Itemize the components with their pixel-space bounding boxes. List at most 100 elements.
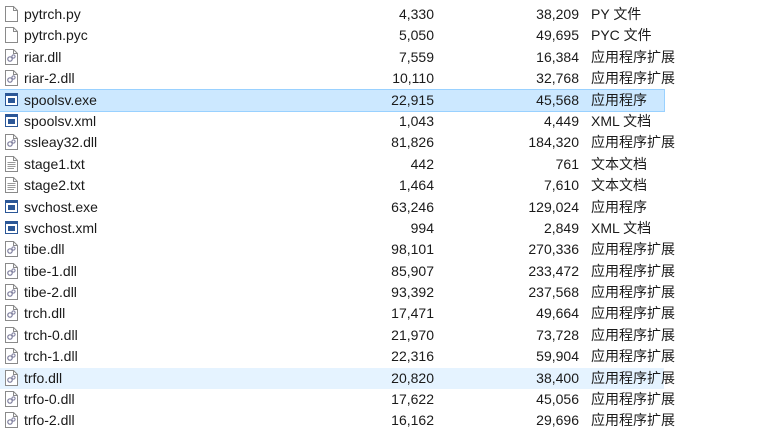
file-row[interactable]: tibe-1.dll 85,907 233,472 应用程序扩展 [0,261,675,282]
file-packed-size: 49,664 [536,305,579,322]
file-size: 994 [410,219,434,236]
file-name: pytrch.pyc [24,27,88,44]
file-size: 63,246 [391,198,434,215]
file-row[interactable]: stage2.txt 1,464 7,610 文本文档 [0,175,664,196]
file-name: trch-1.dll [24,348,78,365]
file-packed-size: 129,024 [528,198,579,215]
file-packed-size: 7,610 [543,177,579,194]
file-name: pytrch.py [24,6,81,22]
file-packed-size: 59,904 [536,348,579,365]
file-type: 应用程序 [591,91,647,108]
dll-icon [5,241,18,258]
file-packed-size: 270,336 [528,241,579,258]
file-type: 应用程序扩展 [591,391,675,408]
file-row[interactable]: spoolsv.exe 22,915 45,568 应用程序 [0,88,665,112]
file-icon [5,27,18,44]
file-type: 应用程序 [591,198,647,215]
file-name: trfo-0.dll [24,391,75,408]
file-row[interactable]: riar.dll 7,559 16,384 应用程序扩展 [0,47,675,68]
file-packed-size: 73,728 [536,326,579,343]
file-type: 应用程序扩展 [591,262,675,279]
file-row[interactable]: trfo.dll 20,820 38,400 应用程序扩展 [0,367,675,390]
file-size: 17,622 [391,391,434,408]
text-file-icon [5,177,18,194]
file-row[interactable]: pytrch.pyc 5,050 49,695 PYC 文件 [0,25,664,46]
file-name: trch.dll [24,305,66,322]
file-name: spoolsv.xml [24,112,97,129]
file-name: stage1.txt [24,155,85,172]
file-type: 应用程序扩展 [591,412,675,429]
file-size: 22,915 [391,91,434,108]
file-list: pytrch.py 4,330 38,209 PY 文件 pytrch.pyc 5,050… [0,4,764,432]
dll-icon [5,48,18,65]
file-size: 22,316 [391,348,434,365]
file-type: 应用程序扩展 [591,326,675,343]
dll-icon [5,369,18,386]
file-type: 应用程序扩展 [591,369,675,386]
dll-icon [5,70,18,87]
file-type: 应用程序扩展 [591,241,675,258]
file-type: 文本文档 [591,155,647,172]
file-name: tibe.dll [24,241,65,258]
file-type: 应用程序扩展 [591,284,675,301]
file-type: 应用程序扩展 [591,134,675,151]
file-row[interactable]: svchost.exe 63,246 129,024 应用程序 [0,197,664,218]
file-size: 17,471 [391,305,434,322]
file-packed-size: 32,768 [536,70,579,87]
file-name: spoolsv.exe [24,91,97,108]
file-packed-size: 38,209 [536,6,579,22]
file-packed-size: 45,056 [536,391,579,408]
file-row[interactable]: riar-2.dll 10,110 32,768 应用程序扩展 [0,68,675,89]
file-type: 应用程序扩展 [591,348,675,365]
file-type: 应用程序扩展 [591,305,675,322]
dll-icon [5,284,18,301]
dll-icon [5,134,18,151]
exe-icon [5,92,18,108]
file-packed-size: 233,472 [528,262,579,279]
file-name: ssleay32.dll [24,134,98,151]
file-row[interactable]: tibe.dll 98,101 270,336 应用程序扩展 [0,239,675,260]
file-row[interactable]: stage1.txt 442 761 文本文档 [0,154,664,175]
file-row[interactable]: trch-1.dll 22,316 59,904 应用程序扩展 [0,346,675,367]
file-name: riar.dll [24,48,62,65]
file-packed-size: 29,696 [536,412,579,429]
dll-icon [5,305,18,322]
file-packed-size: 38,400 [536,369,579,386]
file-size: 1,043 [398,112,434,129]
file-row[interactable]: trfo-2.dll 16,162 29,696 应用程序扩展 [0,410,675,431]
file-type: PYC 文件 [591,27,652,44]
file-row[interactable]: tibe-2.dll 93,392 237,568 应用程序扩展 [0,282,675,303]
file-size: 1,464 [398,177,434,194]
file-row[interactable]: pytrch.py 4,330 38,209 PY 文件 [0,4,664,25]
file-packed-size: 16,384 [536,48,579,65]
file-icon [5,6,18,22]
file-row[interactable]: trch-0.dll 21,970 73,728 应用程序扩展 [0,325,675,346]
exe-icon [5,199,18,215]
file-size: 5,050 [398,27,434,44]
file-packed-size: 49,695 [536,27,579,44]
file-packed-size: 4,449 [543,112,579,129]
file-row[interactable]: trch.dll 17,471 49,664 应用程序扩展 [0,303,675,324]
dll-icon [5,412,18,429]
file-size: 81,826 [391,134,434,151]
file-name: trfo-2.dll [24,412,75,429]
xml-icon [5,113,18,129]
file-name: tibe-2.dll [24,284,77,301]
file-row[interactable]: trfo-0.dll 17,622 45,056 应用程序扩展 [0,389,675,410]
file-size: 98,101 [391,241,434,258]
file-size: 21,970 [391,326,434,343]
file-packed-size: 184,320 [528,134,579,151]
file-packed-size: 761 [555,155,579,172]
file-row[interactable]: svchost.xml 994 2,849 XML 文档 [0,218,664,239]
file-size: 16,162 [391,412,434,429]
file-name: stage2.txt [24,177,85,194]
file-type: XML 文档 [591,112,652,129]
file-row[interactable]: spoolsv.xml 1,043 4,449 XML 文档 [0,111,664,132]
text-file-icon [5,155,18,172]
file-name: tibe-1.dll [24,262,77,279]
file-size: 4,330 [398,6,434,22]
file-row[interactable]: ssleay32.dll 81,826 184,320 应用程序扩展 [0,132,675,153]
file-size: 442 [410,155,434,172]
file-name: svchost.xml [24,219,98,236]
file-type: 应用程序扩展 [591,48,675,65]
